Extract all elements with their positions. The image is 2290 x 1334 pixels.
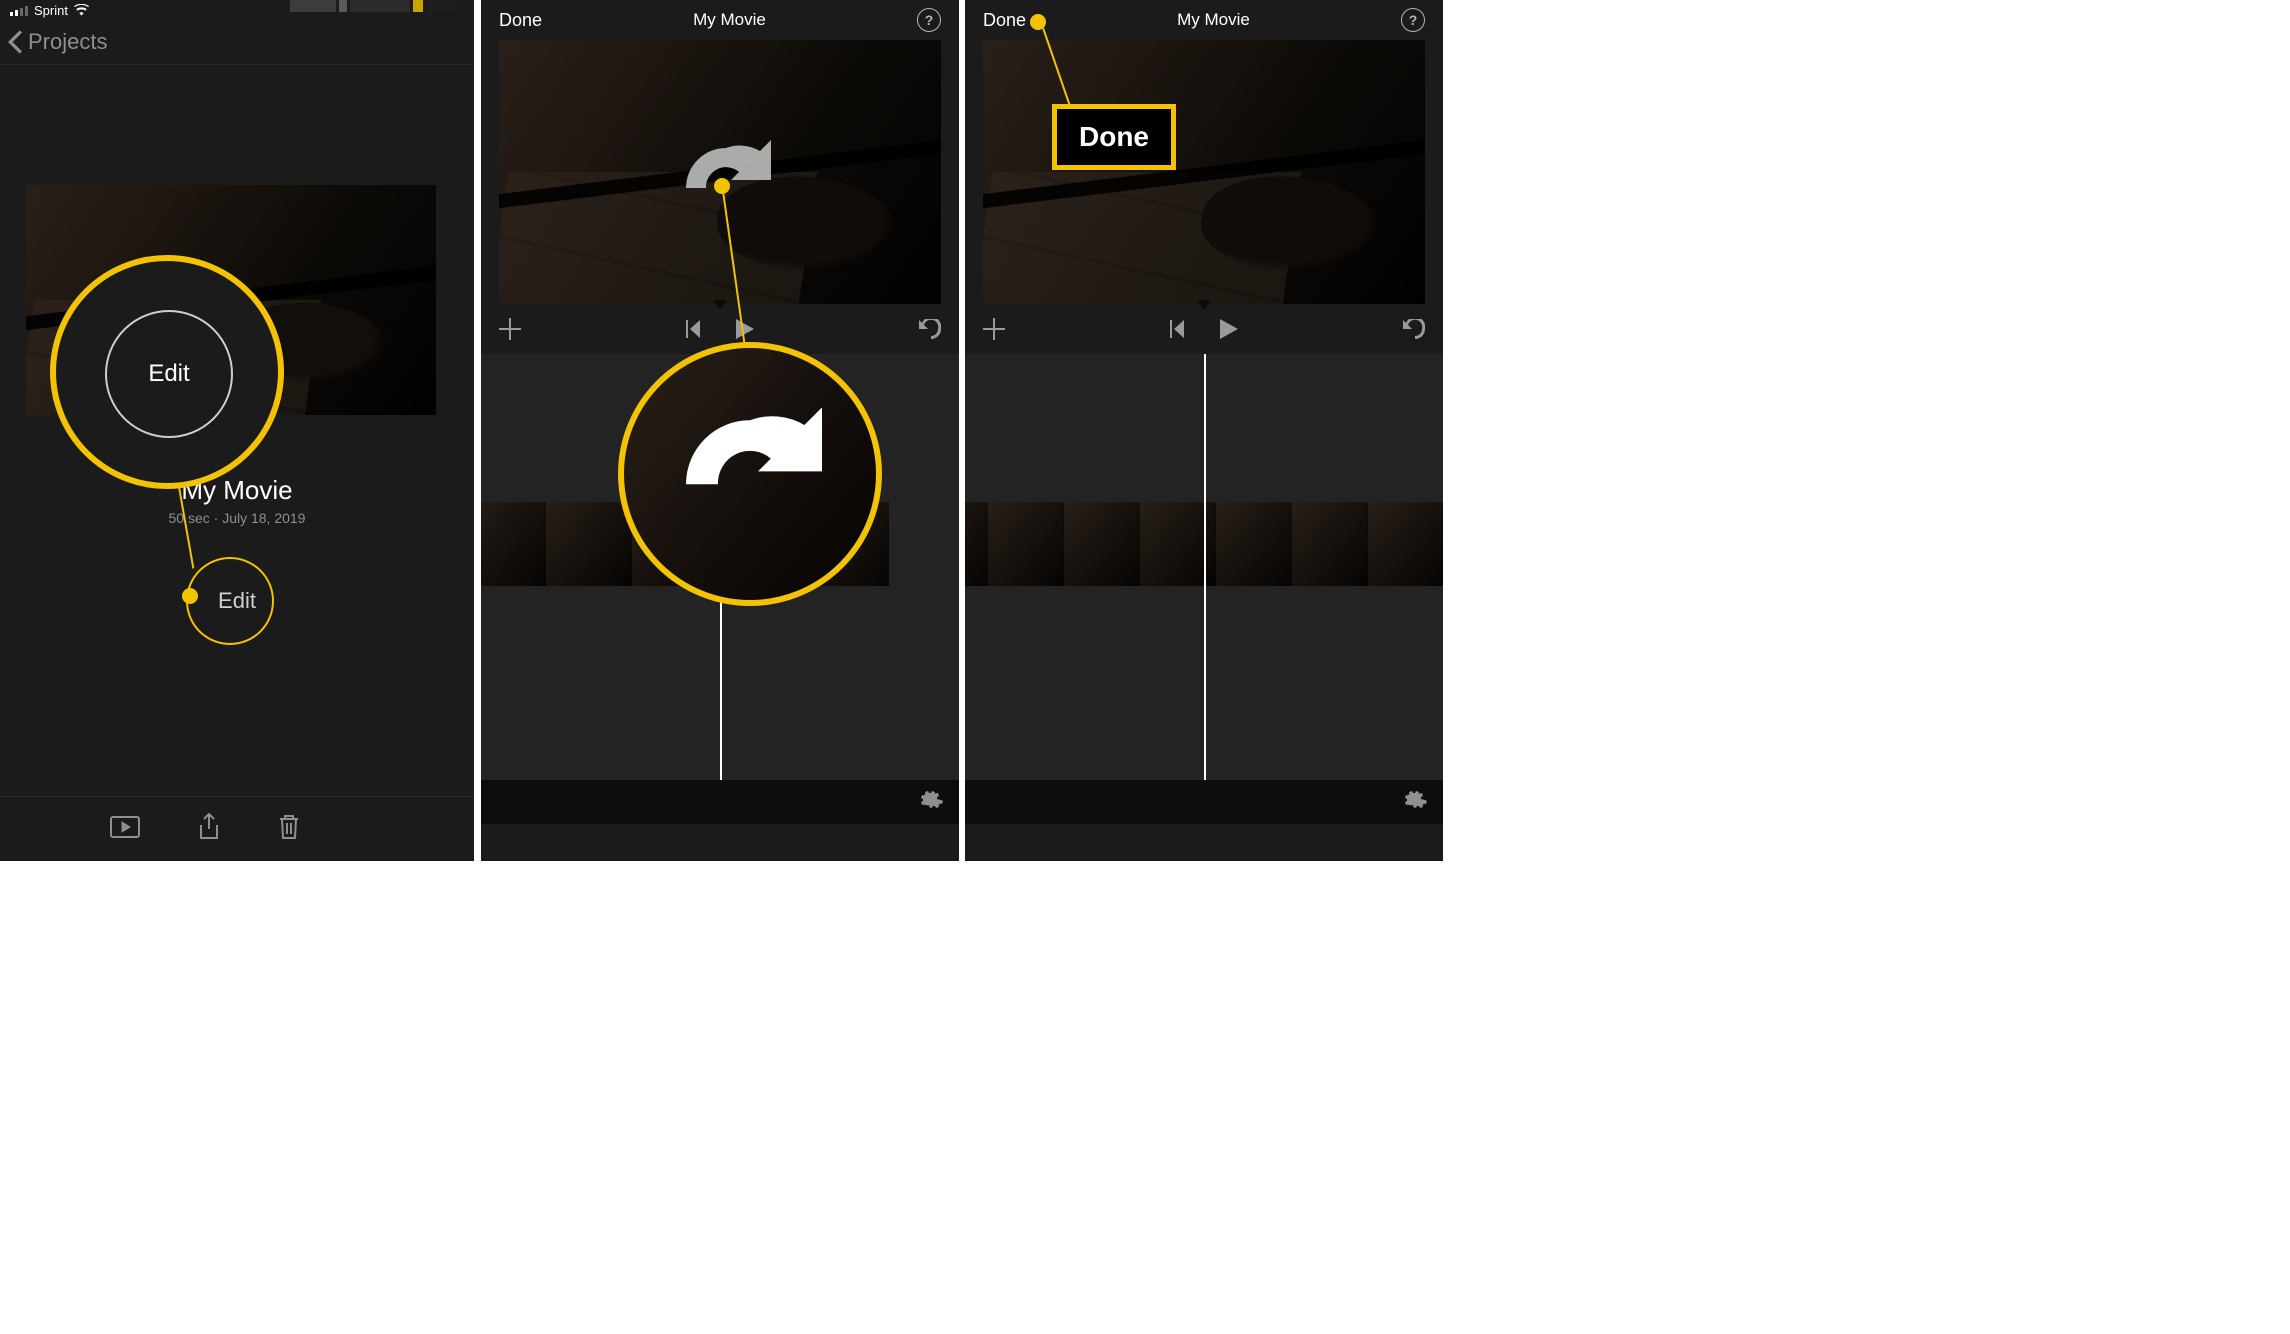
tutorial-composite: Sprint Projects My Movie 50 sec · July 1… — [0, 0, 1443, 861]
carrier-label: Sprint — [34, 3, 68, 18]
skip-start-button[interactable] — [684, 320, 702, 343]
toolbar — [0, 796, 474, 861]
video-preview[interactable] — [983, 40, 1425, 304]
settings-button[interactable] — [921, 789, 943, 816]
video-preview[interactable] — [499, 40, 941, 304]
project-title: My Movie — [0, 475, 474, 506]
timeline-footer — [481, 780, 959, 824]
transport-row — [965, 310, 1443, 352]
callout-done-label: Done — [1079, 121, 1149, 152]
help-button[interactable]: ? — [917, 8, 941, 32]
edit-button-callout-target[interactable]: Edit — [186, 557, 274, 645]
divider — [0, 64, 474, 65]
panel-editor-done: Done My Movie ? — [965, 0, 1443, 861]
nav-back[interactable]: Projects — [0, 20, 474, 64]
play-video-icon[interactable] — [110, 816, 140, 843]
timeline[interactable] — [965, 354, 1443, 824]
status-bar: Sprint — [0, 0, 474, 20]
playhead-marker-icon — [713, 300, 727, 310]
signal-icon — [10, 4, 28, 16]
playhead-marker-icon — [1197, 300, 1211, 310]
editor-header: Done My Movie ? — [481, 0, 959, 40]
edit-button-label: Edit — [218, 588, 256, 614]
help-button[interactable]: ? — [1401, 8, 1425, 32]
rotate-icon-large — [660, 388, 840, 553]
magnified-edit-label: Edit — [148, 360, 189, 388]
callout-dot — [714, 178, 730, 194]
trash-icon[interactable] — [278, 814, 300, 845]
callout-done-box: Done — [1052, 104, 1176, 170]
done-button[interactable]: Done — [499, 10, 542, 31]
callout-dot — [182, 588, 198, 604]
status-blur — [290, 0, 456, 12]
add-media-button[interactable] — [983, 318, 1005, 345]
timeline-footer — [965, 780, 1443, 824]
callout-magnifier-rotate — [618, 342, 882, 606]
skip-start-button[interactable] — [1168, 320, 1186, 343]
project-meta: 50 sec · July 18, 2019 — [0, 510, 474, 526]
panel-editor-rotate: Done My Movie ? — [481, 0, 959, 861]
add-media-button[interactable] — [499, 318, 521, 345]
playhead[interactable] — [1204, 354, 1206, 804]
settings-button[interactable] — [1405, 789, 1427, 816]
callout-magnifier-edit: Edit — [50, 255, 284, 489]
undo-button[interactable] — [917, 319, 941, 344]
undo-button[interactable] — [1401, 319, 1425, 344]
editor-title: My Movie — [693, 10, 766, 30]
nav-back-label: Projects — [28, 29, 107, 55]
wifi-icon — [74, 4, 89, 16]
chevron-left-icon — [8, 30, 22, 54]
play-button[interactable] — [1220, 319, 1238, 344]
panel-projects: Sprint Projects My Movie 50 sec · July 1… — [0, 0, 474, 861]
share-icon[interactable] — [198, 813, 220, 846]
editor-title: My Movie — [1177, 10, 1250, 30]
done-button[interactable]: Done — [983, 10, 1026, 31]
